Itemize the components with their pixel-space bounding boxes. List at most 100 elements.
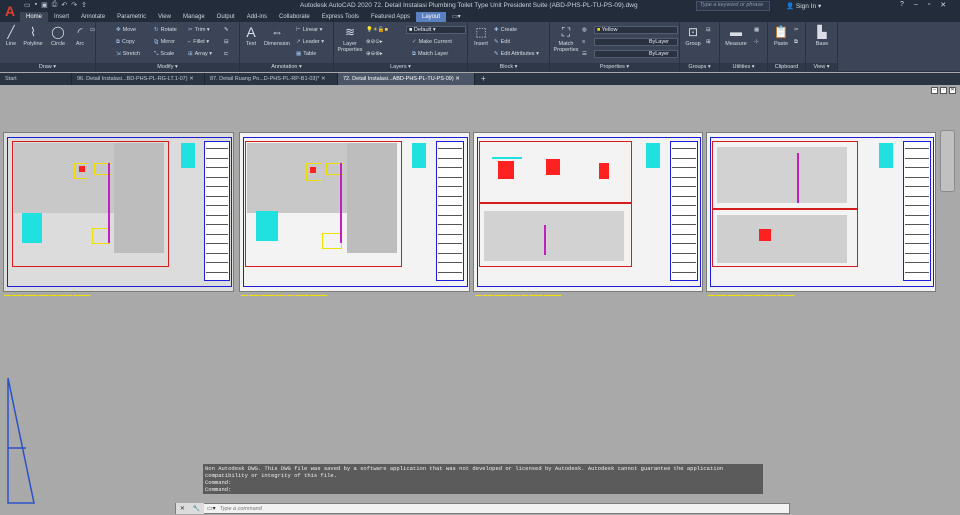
search-input[interactable]: Type a keyword or phrase (696, 1, 770, 11)
erase-icon[interactable]: ✎ (224, 27, 229, 33)
tab-home[interactable]: Home (20, 12, 49, 22)
layer-tools-row2[interactable]: ⊕⊖⊛▸ (366, 51, 383, 57)
layer-dropdown[interactable]: ■ Default ▾ (406, 26, 466, 34)
linetype-icon[interactable]: ≡ (582, 39, 585, 45)
ribbon-options-icon[interactable]: ▭▾ (446, 12, 467, 22)
base-button[interactable]: ▙ Base (810, 24, 834, 47)
panel-modify-title[interactable]: Modify ▾ (96, 63, 239, 72)
help-icon[interactable]: ? (900, 1, 904, 9)
draw-more-icon[interactable]: ▭ (90, 27, 95, 33)
id-point-icon[interactable]: ⊹ (754, 39, 759, 45)
close-icon[interactable]: ✕ (180, 505, 185, 512)
layer-state-icons[interactable]: 💡☀🔓■ (366, 27, 388, 33)
scale-button[interactable]: ⤡ Scale (154, 51, 174, 57)
open-icon[interactable]: ▭ (24, 1, 31, 9)
command-input[interactable] (219, 505, 720, 512)
table-button[interactable]: ▦ Table (296, 51, 316, 57)
measure-button[interactable]: ▬ Measure (722, 24, 750, 47)
array-button[interactable]: ⊞ Array ▾ (188, 51, 212, 57)
undo-icon[interactable]: ↶ (61, 1, 67, 9)
color-wheel-icon[interactable]: ◍ (582, 27, 587, 33)
viewport-restore-icon[interactable]: ▫ (940, 87, 947, 94)
panel-properties-title[interactable]: Properties ▾ (550, 63, 679, 72)
lineweight-icon[interactable]: ☰ (582, 51, 587, 57)
insert-button[interactable]: ⬚ Insert (470, 24, 492, 47)
make-current-button[interactable]: ✓ Make Current (412, 39, 452, 45)
tab-add-ins[interactable]: Add-ins (241, 12, 273, 22)
tab-layout[interactable]: Layout (416, 12, 447, 22)
tab-express-tools[interactable]: Express Tools (316, 12, 365, 22)
layer-properties-button[interactable]: ≋ Layer Properties (336, 24, 364, 53)
create-block-button[interactable]: ✚ Create (494, 27, 517, 33)
vertical-scrollbar[interactable] (940, 130, 955, 192)
panel-clipboard-title[interactable]: Clipboard (768, 63, 805, 72)
text-button[interactable]: A Text (242, 24, 260, 47)
doc-tab-72[interactable]: 72. Detail Instalasi...ABD-PHS-PL-TU-PS-… (338, 73, 475, 85)
save-icon[interactable]: ▪ (35, 1, 37, 9)
cut-icon[interactable]: ✂ (794, 27, 799, 33)
leader-button[interactable]: ↗ Leader ▾ (296, 39, 324, 45)
dimension-button[interactable]: ⇔ Dimension (260, 24, 294, 47)
layout-sheet-3[interactable] (473, 132, 703, 292)
fillet-button[interactable]: ⌐ Fillet ▾ (188, 39, 209, 45)
plot-icon[interactable]: ⎙ (52, 1, 58, 9)
maximize-icon[interactable]: ▫ (928, 1, 930, 9)
tab-featured-apps[interactable]: Featured Apps (365, 12, 416, 22)
sign-in-link[interactable]: 👤 Sign In ▾ (786, 2, 821, 10)
saveas-icon[interactable]: ▣ (41, 1, 48, 9)
stretch-button[interactable]: ⇲ Stretch (116, 51, 140, 57)
layer-tools-row1[interactable]: ⊗⊘⊙▸ (366, 39, 383, 45)
viewport-close-icon[interactable]: ✕ (949, 87, 956, 94)
share-icon[interactable]: ⇪ (81, 1, 87, 9)
layout-sheet-4[interactable] (706, 132, 936, 292)
linetype-dropdown[interactable]: ByLayer (594, 38, 678, 46)
doc-tab-96[interactable]: 96. Detail Instalasi...BD-PHS-PL-RG-LT.1… (72, 73, 205, 85)
match-properties-button[interactable]: ⛶ Match Properties (552, 24, 580, 53)
tab-annotate[interactable]: Annotate (75, 12, 111, 22)
doc-tab-start[interactable]: Start (0, 73, 72, 85)
tab-parametric[interactable]: Parametric (111, 12, 152, 22)
viewport-minimize-icon[interactable]: – (931, 87, 938, 94)
copyclip-icon[interactable]: ⧉ (794, 39, 798, 45)
group-button[interactable]: ⊡ Group (682, 24, 704, 47)
ungroup-icon[interactable]: ⊟ (706, 27, 711, 33)
close-tab-icon[interactable]: ✕ (189, 76, 194, 82)
edit-block-button[interactable]: ✎ Edit (494, 39, 510, 45)
rotate-button[interactable]: ↻ Rotate (154, 27, 177, 33)
offset-icon[interactable]: ⊏ (224, 51, 229, 57)
panel-draw-title[interactable]: Draw ▾ (0, 63, 95, 72)
group-edit-icon[interactable]: ⊞ (706, 39, 711, 45)
panel-block-title[interactable]: Block ▾ (468, 63, 549, 72)
panel-utilities-title[interactable]: Utilities ▾ (720, 63, 767, 72)
redo-icon[interactable]: ↷ (71, 1, 77, 9)
paste-button[interactable]: 📋 Paste (770, 24, 792, 47)
layout-sheet-2[interactable] (239, 132, 470, 292)
doc-tab-87[interactable]: 87. Detail Ruang Po...D-PHS-PL-RP-B1-03)… (205, 73, 338, 85)
arc-button[interactable]: ◜ Arc (70, 24, 90, 47)
panel-layers-title[interactable]: Layers ▾ (334, 63, 467, 72)
mirror-button[interactable]: ⧎ Mirror (154, 39, 175, 45)
panel-annotation-title[interactable]: Annotation ▾ (240, 63, 333, 72)
customize-icon[interactable]: 🔧 (193, 505, 200, 512)
tab-view[interactable]: View (152, 12, 177, 22)
edit-attributes-button[interactable]: ✎ Edit Attributes ▾ (494, 51, 539, 57)
layout-sheet-1[interactable] (3, 132, 234, 292)
close-icon[interactable]: ✕ (940, 1, 946, 9)
color-dropdown[interactable]: ■ Yellow (594, 26, 678, 34)
match-layer-button[interactable]: ⧉ Match Layer (412, 51, 448, 57)
close-tab-icon[interactable]: ✕ (321, 76, 326, 82)
tab-manage[interactable]: Manage (177, 12, 211, 22)
calculator-icon[interactable]: ▦ (754, 27, 759, 33)
minimize-icon[interactable]: – (914, 1, 918, 9)
copy-button[interactable]: ⧉ Copy (116, 39, 135, 45)
tab-collaborate[interactable]: Collaborate (273, 12, 316, 22)
lineweight-dropdown[interactable]: ByLayer (594, 50, 678, 58)
tab-output[interactable]: Output (211, 12, 241, 22)
panel-groups-title[interactable]: Groups ▾ (680, 63, 719, 72)
tab-insert[interactable]: Insert (48, 12, 75, 22)
move-button[interactable]: ✥ Move (116, 27, 136, 33)
polyline-button[interactable]: ⌇ Polyline (20, 24, 46, 47)
line-button[interactable]: ╱ Line (2, 24, 20, 47)
linear-button[interactable]: ⊢ Linear ▾ (296, 27, 322, 33)
close-tab-icon[interactable]: ✕ (455, 76, 460, 82)
